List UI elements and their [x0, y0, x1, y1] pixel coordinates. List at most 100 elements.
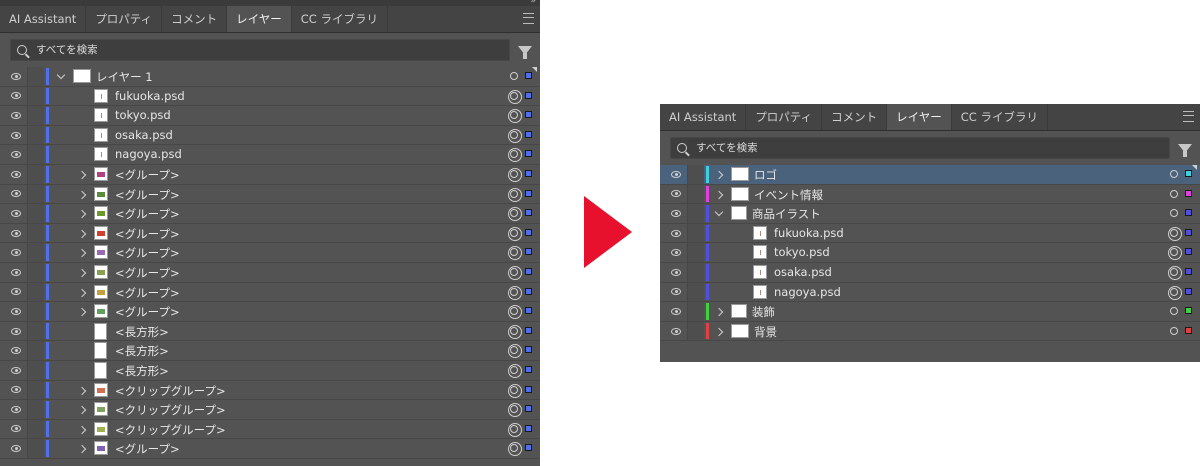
layer-name[interactable]: tokyo.psd	[115, 108, 171, 122]
selection-square[interactable]	[525, 385, 532, 393]
layer-name[interactable]: <クリップグループ>	[115, 383, 226, 399]
target-circle-icon[interactable]	[1170, 326, 1178, 335]
filter-icon[interactable]	[518, 45, 532, 59]
lock-toggle[interactable]	[28, 164, 44, 184]
lock-toggle[interactable]	[28, 86, 44, 106]
search-input[interactable]	[36, 44, 336, 56]
layer-name[interactable]: <クリップグループ>	[115, 402, 226, 418]
layer-name[interactable]: osaka.psd	[774, 265, 832, 279]
target-circle-icon[interactable]	[508, 128, 522, 143]
lock-toggle[interactable]	[28, 400, 44, 419]
lock-toggle[interactable]	[28, 223, 44, 243]
chevron-right-icon[interactable]	[77, 249, 87, 258]
layer-row[interactable]: イベント情報	[660, 184, 1200, 205]
layer-row[interactable]: fukuoka.psd	[660, 223, 1200, 244]
tab-4[interactable]: CC ライブラリ	[292, 6, 388, 32]
target-circle-icon[interactable]	[1170, 307, 1178, 316]
layer-name[interactable]: <グループ>	[115, 304, 180, 320]
lock-toggle[interactable]	[28, 321, 44, 341]
layer-name[interactable]: <グループ>	[115, 285, 180, 301]
lock-toggle[interactable]	[28, 262, 44, 282]
tab-0[interactable]: AI Assistant	[0, 6, 87, 32]
target-circle-icon[interactable]	[508, 344, 522, 359]
target-circle-icon[interactable]	[508, 442, 522, 457]
layer-name[interactable]: <グループ>	[115, 206, 180, 222]
layer-row[interactable]: <長方形>	[0, 341, 540, 361]
eye-icon[interactable]	[11, 445, 21, 453]
eye-icon[interactable]	[11, 288, 21, 296]
layer-name[interactable]: <長方形>	[115, 343, 169, 359]
layer-row[interactable]: <長方形>	[0, 321, 540, 342]
layer-row[interactable]: 背景	[660, 321, 1200, 342]
eye-icon[interactable]	[11, 170, 21, 178]
lock-toggle[interactable]	[688, 282, 704, 302]
layer-name[interactable]: nagoya.psd	[115, 147, 182, 161]
target-circle-icon[interactable]	[508, 285, 522, 300]
tab-3[interactable]: レイヤー	[887, 104, 952, 130]
eye-icon[interactable]	[11, 425, 21, 433]
selection-square[interactable]	[1185, 307, 1192, 315]
eye-icon[interactable]	[11, 151, 21, 159]
selection-square[interactable]	[1185, 326, 1192, 334]
filter-icon[interactable]	[1178, 143, 1192, 157]
eye-icon[interactable]	[11, 111, 21, 119]
layer-row[interactable]: <クリップグループ>	[0, 400, 540, 420]
lock-toggle[interactable]	[28, 145, 44, 164]
lock-toggle[interactable]	[28, 243, 44, 262]
chevron-right-icon[interactable]	[714, 327, 724, 336]
lock-toggle[interactable]	[688, 262, 704, 282]
eye-icon[interactable]	[671, 307, 681, 315]
layer-name[interactable]: <長方形>	[115, 363, 169, 379]
chevron-down-icon[interactable]	[56, 70, 66, 80]
selection-square[interactable]	[1185, 170, 1192, 177]
layer-name[interactable]: <グループ>	[115, 187, 180, 203]
tab-1[interactable]: プロパティ	[86, 6, 163, 32]
target-circle-icon[interactable]	[508, 207, 522, 222]
target-circle-icon[interactable]	[510, 72, 518, 80]
eye-icon[interactable]	[671, 209, 681, 217]
selection-square[interactable]	[1185, 287, 1192, 295]
selection-square[interactable]	[1185, 228, 1192, 236]
eye-icon[interactable]	[11, 268, 21, 276]
selection-square[interactable]	[1185, 248, 1192, 256]
layer-row[interactable]: osaka.psd	[660, 262, 1200, 283]
selection-square[interactable]	[525, 228, 532, 236]
layer-row[interactable]: osaka.psd	[0, 125, 540, 146]
layer-name[interactable]: レイヤー 1	[96, 69, 153, 85]
target-circle-icon[interactable]	[1168, 226, 1182, 241]
layer-row[interactable]: tokyo.psd	[0, 106, 540, 126]
layer-name[interactable]: <グループ>	[115, 226, 180, 242]
eye-icon[interactable]	[11, 229, 21, 237]
layer-row[interactable]: <グループ>	[0, 164, 540, 185]
selection-square[interactable]	[525, 326, 532, 334]
panel-menu-icon[interactable]	[523, 13, 534, 24]
eye-icon[interactable]	[11, 327, 21, 335]
target-circle-icon[interactable]	[508, 383, 522, 398]
layer-name[interactable]: 装飾	[752, 304, 775, 320]
layer-name[interactable]: osaka.psd	[115, 128, 173, 142]
chevron-right-icon[interactable]	[77, 425, 87, 434]
tab-0[interactable]: AI Assistant	[660, 104, 747, 130]
lock-toggle[interactable]	[28, 302, 44, 321]
layer-row[interactable]: <グループ>	[0, 184, 540, 205]
selection-square[interactable]	[525, 365, 532, 373]
target-circle-icon[interactable]	[1170, 189, 1178, 198]
eye-icon[interactable]	[11, 249, 21, 257]
selection-square[interactable]	[525, 444, 532, 452]
lock-toggle[interactable]	[688, 204, 704, 223]
target-circle-icon[interactable]	[1168, 246, 1182, 261]
layer-name[interactable]: tokyo.psd	[774, 245, 830, 259]
selection-square[interactable]	[525, 267, 532, 275]
layer-row[interactable]: <グループ>	[0, 302, 540, 322]
layer-name[interactable]: fukuoka.psd	[774, 226, 844, 240]
chevron-right-icon[interactable]	[77, 229, 87, 238]
layer-name[interactable]: イベント情報	[754, 187, 823, 203]
layer-row[interactable]: ロゴ	[660, 165, 1200, 185]
target-circle-icon[interactable]	[508, 187, 522, 202]
tab-4[interactable]: CC ライブラリ	[952, 104, 1048, 130]
eye-icon[interactable]	[11, 72, 21, 80]
lock-toggle[interactable]	[28, 380, 44, 400]
chevron-down-icon[interactable]	[714, 207, 724, 217]
layer-name[interactable]: <グループ>	[115, 245, 180, 261]
eye-icon[interactable]	[671, 190, 681, 198]
